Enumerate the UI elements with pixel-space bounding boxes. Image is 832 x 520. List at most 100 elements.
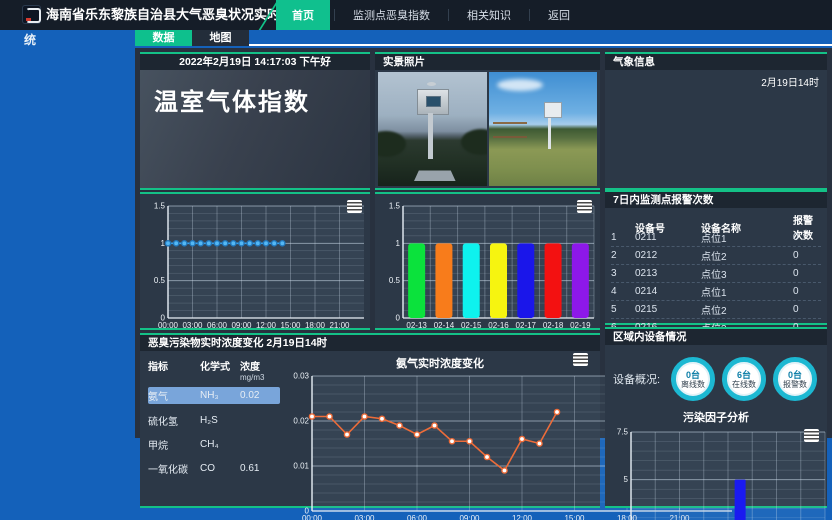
pollutant-value: 0.61 bbox=[240, 463, 280, 474]
station-photo-field bbox=[489, 72, 598, 186]
fence-structure bbox=[493, 122, 527, 138]
alarm-count: 0 bbox=[793, 268, 821, 279]
pollutant-name: 硫化氢 bbox=[148, 413, 200, 428]
svg-text:1.5: 1.5 bbox=[154, 202, 166, 211]
greenhouse-index-chart: 00.511.500:0003:0006:0009:0012:0015:0018… bbox=[142, 198, 372, 332]
alert-count-badge: 0台 报警数 bbox=[773, 357, 817, 401]
logo-red-mark bbox=[26, 18, 31, 21]
alarm-count: 0 bbox=[793, 286, 821, 297]
svg-text:00:00: 00:00 bbox=[158, 321, 179, 330]
device-overview-label: 设备概况: bbox=[609, 371, 671, 387]
svg-text:02-13: 02-13 bbox=[406, 321, 427, 330]
alarm-table-header: 设备号设备名称报警次数 bbox=[611, 212, 821, 229]
tab-data[interactable]: 数据 bbox=[135, 30, 192, 46]
svg-text:03:00: 03:00 bbox=[354, 514, 375, 520]
device-name: 点位3 bbox=[701, 266, 793, 281]
station-pole bbox=[428, 113, 433, 159]
column-header: 指标 bbox=[148, 358, 200, 373]
alarm-table-row: 40214点位10 bbox=[611, 283, 821, 301]
nav-item-home[interactable]: 首页 bbox=[276, 0, 330, 30]
nav-divider bbox=[448, 9, 449, 21]
svg-text:0: 0 bbox=[396, 314, 401, 323]
chart-menu-icon[interactable] bbox=[573, 353, 588, 366]
panel-daily-bar-chart: 00.511.502-1302-1402-1502-1602-1702-1802… bbox=[375, 192, 600, 330]
nav-item-knowledge[interactable]: 相关知识 bbox=[453, 0, 525, 30]
pollutant-formula: CO bbox=[200, 463, 240, 474]
pollutant-name: 氨气 bbox=[148, 388, 200, 403]
pollutant-table-header: 指标化学式浓度mg/m3 bbox=[148, 355, 280, 384]
nav-divider bbox=[334, 9, 335, 21]
panel-greeting: 2022年2月19日 14:17:03 下午好 温室气体指数 bbox=[140, 52, 370, 190]
nav-divider bbox=[529, 9, 530, 21]
chart-menu-icon[interactable] bbox=[577, 200, 592, 213]
pollutant-row[interactable]: 甲烷CH₄ bbox=[148, 432, 280, 456]
nav-item-odor-index[interactable]: 监测点恶臭指数 bbox=[339, 0, 444, 30]
pollutant-panel-title: 恶臭污染物实时浓度变化 2月19日14时 bbox=[140, 335, 600, 351]
column-header: 浓度mg/m3 bbox=[240, 358, 280, 382]
tree-silhouette bbox=[461, 129, 487, 155]
svg-text:1.5: 1.5 bbox=[389, 202, 401, 211]
device-name: 点位2 bbox=[701, 302, 793, 317]
photo-gallery bbox=[378, 72, 597, 186]
datetime-text: 2022年2月19日 14:17:03 下午好 bbox=[140, 54, 370, 70]
svg-text:0.5: 0.5 bbox=[389, 276, 401, 285]
device-name: 点位1 bbox=[701, 284, 793, 299]
greenhouse-index-title: 温室气体指数 bbox=[140, 70, 370, 117]
svg-text:0.5: 0.5 bbox=[154, 276, 166, 285]
station-antenna bbox=[427, 82, 436, 86]
row-index: 5 bbox=[611, 304, 635, 315]
device-no: 0215 bbox=[635, 304, 701, 315]
panel-weather: 气象信息 2月19日14时 bbox=[605, 52, 827, 190]
svg-text:02-17: 02-17 bbox=[516, 321, 537, 330]
svg-text:5: 5 bbox=[624, 475, 629, 484]
row-index: 3 bbox=[611, 268, 635, 279]
main-nav: 首页 监测点恶臭指数 相关知识 返回 bbox=[276, 0, 584, 30]
station-pole bbox=[548, 115, 551, 149]
column-header: 化学式 bbox=[200, 358, 240, 373]
ammonia-chart-title: 氨气实时浓度变化 bbox=[290, 355, 590, 371]
device-name: 点位1 bbox=[701, 230, 793, 245]
svg-text:15:00: 15:00 bbox=[280, 321, 301, 330]
chart-menu-icon[interactable] bbox=[347, 200, 362, 213]
device-overview-row: 设备概况: 0台 离线数 6台 在线数 0台 报警数 bbox=[609, 351, 825, 407]
pollutant-formula: CH₄ bbox=[200, 439, 240, 450]
device-name: 点位2 bbox=[701, 248, 793, 263]
svg-text:02-19: 02-19 bbox=[570, 321, 591, 330]
svg-text:02-18: 02-18 bbox=[543, 321, 564, 330]
pollutant-row[interactable]: 氨气NH₃0.02 bbox=[148, 387, 280, 404]
alarm-panel-title: 7日内监测点报警次数 bbox=[605, 192, 827, 208]
svg-text:12:00: 12:00 bbox=[512, 514, 533, 520]
unit-label: mg/m3 bbox=[240, 373, 280, 382]
alarm-table-row: 30213点位30 bbox=[611, 265, 821, 283]
alert-count-label: 报警数 bbox=[783, 380, 807, 389]
device-no: 0212 bbox=[635, 250, 701, 261]
row-index: 2 bbox=[611, 250, 635, 261]
chart-menu-icon[interactable] bbox=[804, 429, 819, 442]
panel-photos: 实景照片 bbox=[375, 52, 600, 190]
offline-count-badge: 0台 离线数 bbox=[671, 357, 715, 401]
photos-panel-title: 实景照片 bbox=[375, 54, 600, 70]
online-count-label: 在线数 bbox=[732, 380, 756, 389]
pollutant-value: 0.02 bbox=[240, 390, 280, 401]
alarm-count: 0 bbox=[793, 250, 821, 261]
tab-underline bbox=[249, 44, 832, 46]
pollution-factor-bar-chart: 02.557.5氨气硫化氢甲烷一氧化碳 bbox=[609, 427, 831, 520]
svg-text:0.03: 0.03 bbox=[293, 372, 309, 381]
pollutant-row[interactable]: 硫化氢H₂S bbox=[148, 408, 280, 432]
panel-alarm-table: 7日内监测点报警次数 设备号设备名称报警次数10211点位1020212点位20… bbox=[605, 190, 827, 325]
pollutant-table: 指标化学式浓度mg/m3 氨气NH₃0.02 硫化氢H₂S甲烷CH₄一氧化碳CO0.… bbox=[148, 355, 280, 480]
panel-devices: 区域内设备情况 设备概况: 0台 离线数 6台 在线数 0台 报警数 污染因子分… bbox=[605, 327, 827, 508]
monitor-station-box bbox=[417, 89, 449, 115]
svg-text:02-15: 02-15 bbox=[461, 321, 482, 330]
pollutant-row[interactable]: 一氧化碳CO0.61 bbox=[148, 456, 280, 480]
nav-item-back[interactable]: 返回 bbox=[534, 0, 584, 30]
online-count-value: 6台 bbox=[737, 370, 751, 380]
station-base bbox=[414, 170, 456, 181]
tab-map[interactable]: 地图 bbox=[192, 30, 249, 46]
alarm-count: 0 bbox=[793, 232, 821, 243]
cloud bbox=[497, 79, 543, 91]
online-count-badge: 6台 在线数 bbox=[722, 357, 766, 401]
svg-text:02-14: 02-14 bbox=[434, 321, 455, 330]
pollutant-formula: NH₃ bbox=[200, 390, 240, 401]
svg-text:1: 1 bbox=[396, 239, 401, 248]
